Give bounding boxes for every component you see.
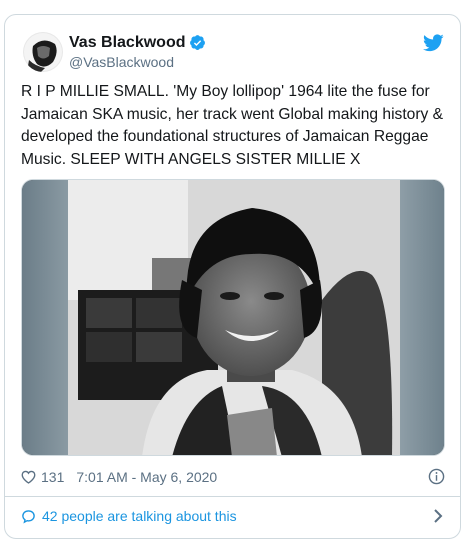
tweet-header: Vas Blackwood @VasBlackwood — [5, 15, 460, 77]
speech-bubble-icon — [22, 509, 35, 523]
conversation-link-text[interactable]: 42 people are talking about this — [42, 508, 237, 524]
twitter-bird-icon[interactable] — [423, 34, 444, 52]
like-button[interactable]: 131 — [21, 469, 64, 485]
divider — [5, 496, 460, 497]
photo-image — [22, 180, 444, 455]
tweet-timestamp[interactable]: 7:01 AM - May 6, 2020 — [76, 469, 217, 485]
conversation-link[interactable]: 42 people are talking about this — [21, 503, 445, 529]
author-block[interactable]: Vas Blackwood @VasBlackwood — [69, 33, 206, 70]
chevron-right-icon — [434, 509, 443, 523]
tweet-text: R I P MILLIE SMALL. 'My Boy lollipop' 19… — [21, 83, 444, 168]
avatar-image — [23, 32, 63, 72]
author-handle[interactable]: @VasBlackwood — [69, 54, 206, 70]
avatar[interactable] — [23, 32, 63, 72]
like-count: 131 — [41, 469, 65, 485]
verified-badge-icon — [189, 35, 205, 50]
embedded-tweet-card[interactable]: Vas Blackwood @VasBlackwood R I P MILLIE… — [4, 14, 461, 539]
tweet-photo[interactable] — [21, 179, 445, 456]
tweet-meta: 131 7:01 AM - May 6, 2020 — [21, 466, 445, 488]
author-display-name[interactable]: Vas Blackwood — [69, 34, 186, 52]
info-icon[interactable] — [428, 468, 445, 485]
heart-icon — [21, 470, 36, 484]
